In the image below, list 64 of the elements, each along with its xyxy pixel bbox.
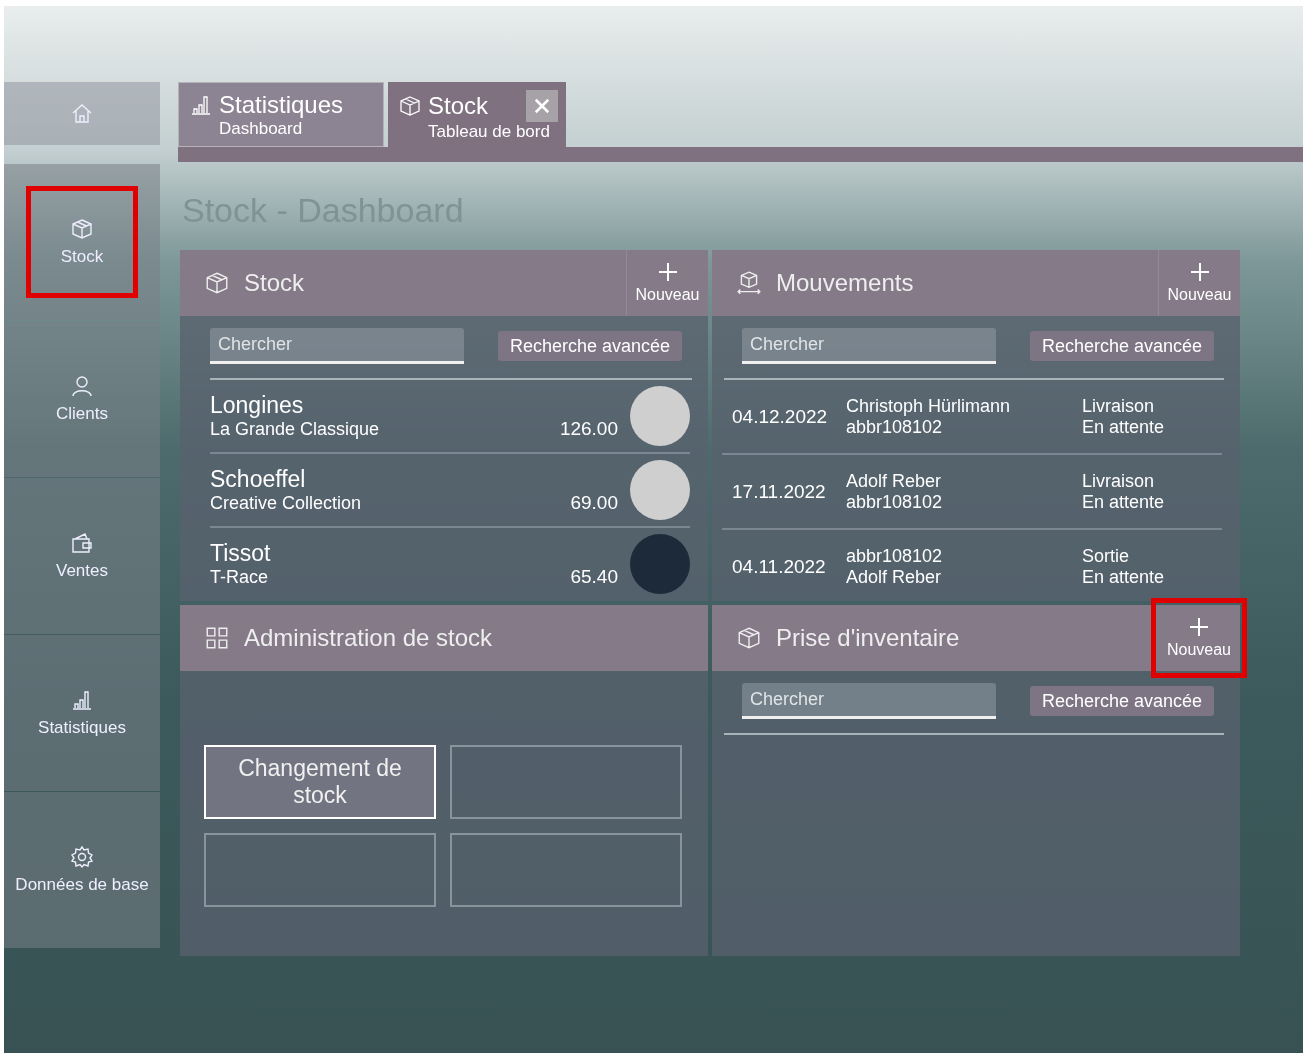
new-button[interactable]: Nouveau [1158, 250, 1240, 316]
sidebar-item[interactable]: Données de base [4, 792, 160, 948]
box-arrows-icon [736, 270, 762, 296]
close-icon [532, 96, 552, 116]
settings-icon [70, 845, 94, 869]
movement-party: Christoph Hürlimann [846, 395, 1012, 417]
tab[interactable]: Statistiques Dashboard [178, 82, 384, 147]
close-button[interactable] [526, 90, 558, 122]
product-price: 69.00 [570, 492, 618, 514]
advanced-search-button[interactable]: Recherche avancée [498, 331, 683, 361]
search-field[interactable]: Chercher [210, 328, 464, 364]
product-brand: Longines [210, 392, 305, 419]
panel-title: Mouvements [776, 269, 914, 297]
panel-title: Administration de stock [244, 624, 493, 652]
movement-status: En attente [1082, 566, 1166, 588]
tab[interactable]: Stock Tableau de bord [388, 82, 566, 147]
sidebar-item[interactable]: Stock [4, 164, 160, 320]
photo-placeholder [630, 460, 690, 520]
wallet-icon [70, 531, 94, 555]
movement-party: abbr108102 [846, 545, 944, 567]
movement-type: Sortie [1082, 545, 1131, 567]
sidebar-item[interactable]: Ventes [4, 478, 160, 634]
panel-title: Stock [244, 269, 305, 297]
new-button[interactable]: Nouveau [1158, 605, 1240, 671]
plus-icon [1189, 262, 1210, 282]
product-price: 126.00 [559, 418, 618, 440]
box-icon [70, 217, 94, 241]
bar-chart-icon [70, 688, 94, 712]
sidebar-item[interactable]: Clients [4, 321, 160, 477]
product-model: T-Race [210, 567, 270, 588]
movement-status: En attente [1082, 416, 1166, 438]
plus-icon [1189, 617, 1209, 637]
person-icon [70, 374, 94, 398]
movement-status: En attente [1082, 491, 1166, 513]
product-model: La Grande Classique [210, 419, 381, 440]
panel-title: Prise d'inventaire [776, 624, 960, 652]
movement-party: abbr108102 [846, 491, 944, 513]
movement-date: 04.11.2022 [732, 555, 827, 578]
product-model: Creative Collection [210, 493, 363, 514]
new-button[interactable]: Nouveau [626, 250, 708, 316]
movement-date: 04.12.2022 [732, 405, 829, 428]
box-icon [736, 625, 762, 651]
photo-placeholder [630, 386, 690, 446]
movement-party: abbr108102 [846, 416, 944, 438]
search-field[interactable]: Chercher [742, 683, 996, 719]
box-icon [398, 94, 422, 118]
movement-party: Adolf Reber [846, 566, 943, 588]
bar-chart-icon [189, 93, 213, 117]
movement-type: Livraison [1082, 470, 1156, 492]
movement-party: Adolf Reber [846, 470, 943, 492]
photo-placeholder [630, 534, 690, 594]
advanced-search-button[interactable]: Recherche avancée [1030, 686, 1215, 716]
plus-icon [657, 262, 678, 282]
tile-button[interactable]: Changement de stock [204, 745, 436, 819]
product-price: 65.40 [570, 566, 618, 588]
sidebar-item[interactable]: Statistiques [4, 635, 160, 791]
box-icon [204, 270, 230, 296]
product-brand: Tissot [210, 540, 272, 567]
grid-icon [204, 625, 230, 651]
advanced-search-button[interactable]: Recherche avancée [1030, 331, 1215, 361]
product-brand: Schoeffel [210, 466, 307, 493]
search-field[interactable]: Chercher [742, 328, 996, 364]
movement-date: 17.11.2022 [732, 480, 827, 503]
movement-type: Livraison [1082, 395, 1156, 417]
